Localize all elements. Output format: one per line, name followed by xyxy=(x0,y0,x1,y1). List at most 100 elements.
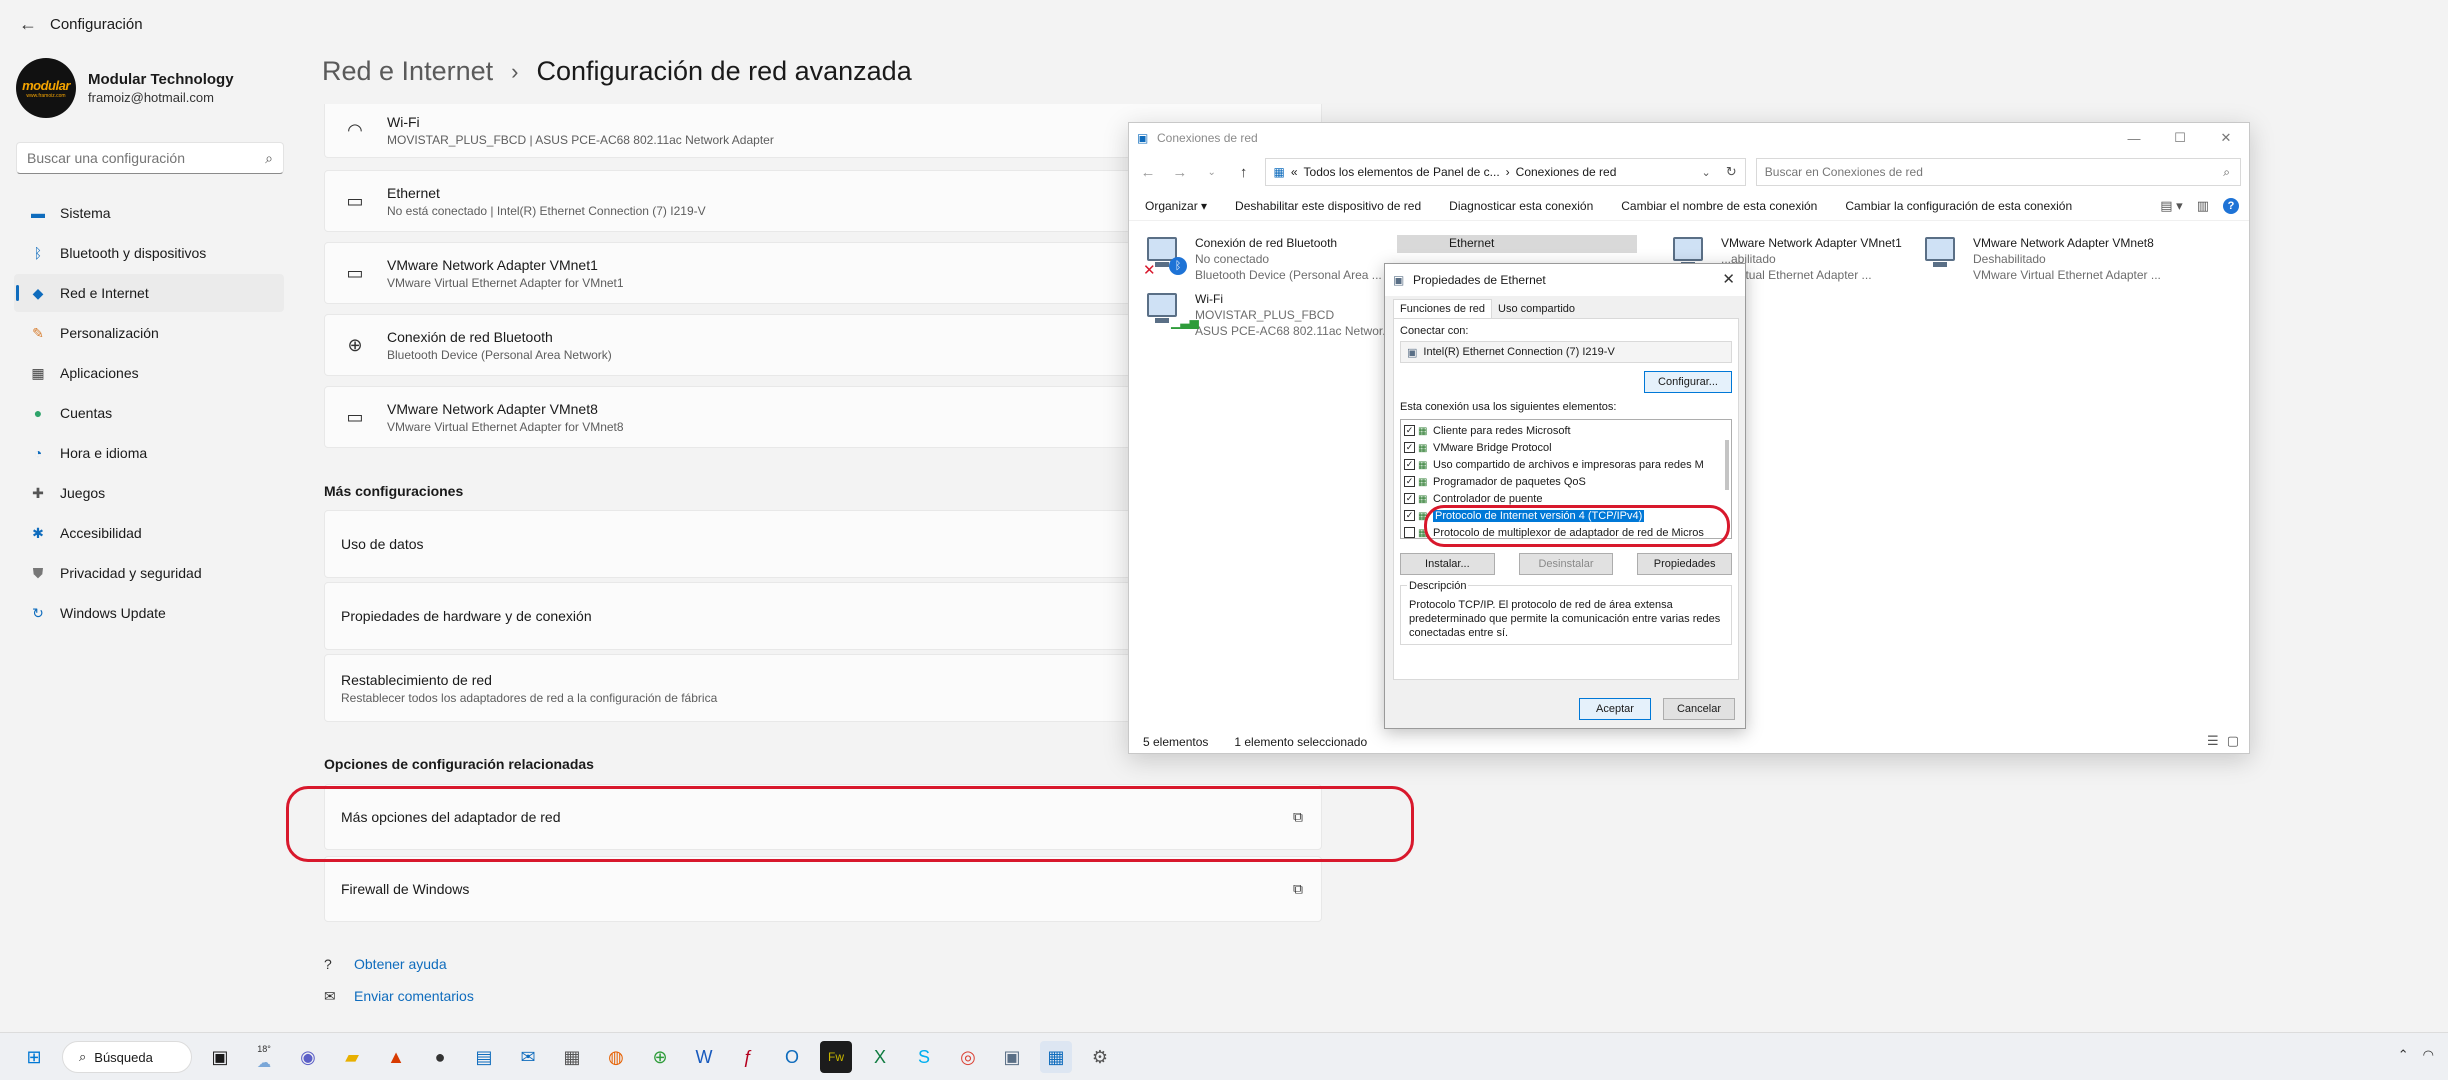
preview-pane-icon[interactable]: ▥ xyxy=(2197,198,2209,214)
view-options-icon[interactable]: ▤ ▾ xyxy=(2160,198,2182,214)
refresh-icon[interactable]: ↻ xyxy=(1726,164,1737,180)
adapter-item-bluetooth[interactable]: ✕ ᛒ Conexión de red Bluetooth No conectado… xyxy=(1143,235,1382,283)
address-bar[interactable]: ▦ « Todos los elementos de Panel de c...… xyxy=(1264,158,1746,186)
cancel-button[interactable]: Cancelar xyxy=(1663,698,1735,720)
checkbox[interactable] xyxy=(1404,527,1415,538)
help-icon[interactable]: ? xyxy=(2223,197,2239,214)
weather-icon[interactable]: 18° ☁ xyxy=(248,1041,280,1073)
list-item[interactable]: ✓ ▦ Programador de paquetes QoS xyxy=(1404,473,1728,490)
nav-item-cuentas[interactable]: ● Cuentas xyxy=(14,394,284,432)
nav-item-privacidad[interactable]: ⛊ Privacidad y seguridad xyxy=(14,554,284,592)
f6-icon[interactable]: ƒ xyxy=(732,1041,764,1073)
minimize-icon[interactable]: — xyxy=(2111,123,2157,153)
checkbox[interactable]: ✓ xyxy=(1404,442,1415,453)
nav-item-bluetooth[interactable]: ᛒ Bluetooth y dispositivos xyxy=(14,234,284,272)
nav-item-sistema[interactable]: ▬ Sistema xyxy=(14,194,284,232)
outlook-icon[interactable]: O xyxy=(776,1041,808,1073)
adapter-item-ethernet[interactable]: Ethernet xyxy=(1397,235,1637,253)
netwin-search[interactable]: Buscar en Conexiones de red ⌕ xyxy=(1755,158,2242,186)
fireworks-icon[interactable]: Fw xyxy=(820,1041,852,1073)
forward-arrow-icon[interactable]: → xyxy=(1169,164,1191,181)
chevron-down-icon[interactable]: ⌄ xyxy=(1702,166,1711,179)
install-button[interactable]: Instalar... xyxy=(1400,553,1495,575)
mail-icon[interactable]: ✉ xyxy=(512,1041,544,1073)
nav-item-windows-update[interactable]: ↻ Windows Update xyxy=(14,594,284,632)
details-view-icon[interactable]: ☰ xyxy=(2207,733,2219,749)
list-scrollbar[interactable] xyxy=(1725,440,1729,490)
task-view-icon[interactable]: ▣ xyxy=(204,1041,236,1073)
toolbar-change-settings[interactable]: Cambiar la configuración de esta conexió… xyxy=(1845,199,2072,213)
breadcrumb-parent[interactable]: Red e Internet xyxy=(322,56,493,87)
tiles-view-icon[interactable]: ▢ xyxy=(2227,733,2239,749)
feedback-link[interactable]: ✉ Enviar comentarios xyxy=(324,980,474,1012)
nav-item-aplicaciones[interactable]: ▦ Aplicaciones xyxy=(14,354,284,392)
checkbox[interactable]: ✓ xyxy=(1404,493,1415,504)
recent-chevron-icon[interactable]: ⌄ xyxy=(1201,167,1223,178)
toolbar-diagnose[interactable]: Diagnosticar esta conexión xyxy=(1449,199,1593,213)
toolbar-organize[interactable]: Organizar ▾ xyxy=(1145,199,1207,213)
start-icon[interactable]: ⊞ xyxy=(18,1041,50,1073)
list-item[interactable]: ✓ ▦ Cliente para redes Microsoft xyxy=(1404,422,1728,439)
properties-button[interactable]: Propiedades xyxy=(1637,553,1733,575)
adapter-item-wifi[interactable]: ▁▃▅ Wi-Fi MOVISTAR_PLUS_FBCD ASUS PCE-AC68… xyxy=(1143,291,1392,339)
skype-icon[interactable]: S xyxy=(908,1041,940,1073)
list-item[interactable]: ✓ ▦ Controlador de puente xyxy=(1404,490,1728,507)
nav-item-juegos[interactable]: ✚ Juegos xyxy=(14,474,284,512)
nav-item-accesibilidad[interactable]: ✱ Accesibilidad xyxy=(14,514,284,552)
checkbox[interactable]: ✓ xyxy=(1404,476,1415,487)
back-arrow-icon[interactable]: ← xyxy=(1137,164,1159,181)
list-item[interactable]: ✓ ▦ VMware Bridge Protocol xyxy=(1404,439,1728,456)
pdf-icon[interactable]: ▲ xyxy=(380,1041,412,1073)
network-pc-icon[interactable]: ▣ xyxy=(996,1041,1028,1073)
settings-icon[interactable]: ⚙ xyxy=(1084,1041,1116,1073)
excel-icon[interactable]: X xyxy=(864,1041,896,1073)
search-icon: ⌕ xyxy=(79,1049,87,1064)
taskbar-search[interactable]: ⌕ Búsqueda xyxy=(62,1041,192,1073)
list-item-selected[interactable]: ✓ ▦ Protocolo de Internet versión 4 (TCP/I… xyxy=(1404,507,1728,524)
ok-button[interactable]: Aceptar xyxy=(1579,698,1651,720)
explorer-icon[interactable]: ▰ xyxy=(336,1041,368,1073)
settings-search-input[interactable] xyxy=(27,150,266,166)
checkbox[interactable]: ✓ xyxy=(1404,425,1415,436)
list-item[interactable]: ▦ Protocolo de multiplexor de adaptador d… xyxy=(1404,524,1728,538)
uninstall-button[interactable]: Desinstalar xyxy=(1518,553,1614,575)
chrome-icon[interactable]: ◎ xyxy=(952,1041,984,1073)
tray-network-icon[interactable]: ◠ xyxy=(2423,1047,2434,1063)
store-icon[interactable]: ▤ xyxy=(468,1041,500,1073)
calculator-icon[interactable]: ▦ xyxy=(556,1041,588,1073)
nav-item-personalizacion[interactable]: ✎ Personalización xyxy=(14,314,284,352)
card-more-adapter-options[interactable]: Más opciones del adaptador de red ⧉ xyxy=(324,784,1322,850)
address-path1[interactable]: Todos los elementos de Panel de c... xyxy=(1304,165,1500,179)
checkbox[interactable]: ✓ xyxy=(1404,510,1415,521)
settings-search[interactable]: ⌕ xyxy=(16,142,284,174)
toolbar-disable[interactable]: Deshabilitar este dispositivo de red xyxy=(1235,199,1421,213)
adapter-item-vmnet8[interactable]: VMware Network Adapter VMnet8 Deshabilita… xyxy=(1921,235,2161,283)
back-arrow-icon[interactable]: ← xyxy=(14,12,42,36)
firefox-icon[interactable]: ◍ xyxy=(600,1041,632,1073)
dialog-titlebar[interactable]: ▣ Propiedades de Ethernet ✕ xyxy=(1385,264,1745,296)
close-icon[interactable]: ✕ xyxy=(1722,270,1735,288)
address-path2[interactable]: Conexiones de red xyxy=(1516,165,1617,179)
up-arrow-icon[interactable]: ↑ xyxy=(1233,164,1255,181)
control-panel-icon: ▦ xyxy=(1273,165,1285,179)
tab-sharing[interactable]: Uso compartido xyxy=(1492,300,1581,318)
close-icon[interactable]: ✕ xyxy=(2203,123,2249,153)
tray-chevron-up-icon[interactable]: ⌃ xyxy=(2398,1047,2409,1063)
tab-networking[interactable]: Funciones de red xyxy=(1393,299,1492,318)
app-icon[interactable]: ● xyxy=(424,1041,456,1073)
user-profile[interactable]: modular www.framoiz.com Modular Technolo… xyxy=(16,58,234,118)
card-firewall[interactable]: Firewall de Windows ⧉ xyxy=(324,856,1322,922)
toolbar-rename[interactable]: Cambiar el nombre de esta conexión xyxy=(1621,199,1817,213)
word-icon[interactable]: W xyxy=(688,1041,720,1073)
list-item[interactable]: ✓ ▦ Uso compartido de archivos e impresora… xyxy=(1404,456,1728,473)
get-help-link[interactable]: ? Obtener ayuda xyxy=(324,948,474,980)
network-globe-icon[interactable]: ⊕ xyxy=(644,1041,676,1073)
control-panel-icon[interactable]: ▦ xyxy=(1040,1041,1072,1073)
checkbox[interactable]: ✓ xyxy=(1404,459,1415,470)
nav-item-red[interactable]: ◆ Red e Internet xyxy=(14,274,284,312)
nav-item-hora[interactable]: ◔ Hora e idioma xyxy=(14,434,284,472)
configure-button[interactable]: Configurar... xyxy=(1644,371,1732,393)
teams-icon[interactable]: ◉ xyxy=(292,1041,324,1073)
netwin-titlebar[interactable]: ▣ Conexiones de red — ☐ ✕ xyxy=(1129,123,2249,153)
maximize-icon[interactable]: ☐ xyxy=(2157,123,2203,153)
